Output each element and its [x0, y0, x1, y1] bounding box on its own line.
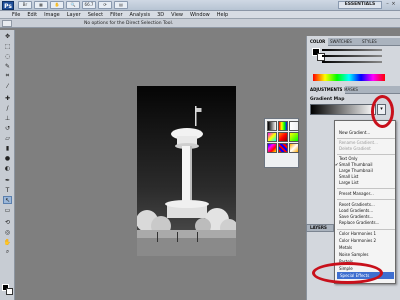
adjustments-panel-tabs: ADJUSTMENTS MASKS [307, 86, 400, 94]
gradient-options-menu: New Gradient... Rename Gradient... Delet… [334, 120, 396, 284]
marquee-tool-icon[interactable]: ⬚ [3, 42, 12, 50]
minimize-icon[interactable]: – [385, 1, 390, 7]
menu-new-gradient[interactable]: New Gradient... [339, 130, 370, 136]
workspace-switcher[interactable]: ESSENTIALS [338, 1, 382, 9]
blue-slider[interactable] [322, 61, 382, 63]
tab-masks[interactable]: MASKS [341, 86, 361, 94]
type-tool-icon[interactable]: T [3, 186, 12, 194]
zoom-tool-icon[interactable]: ⌕ [3, 248, 12, 256]
tab-styles[interactable]: STYLES [359, 38, 380, 46]
menu-delete-gradient: Delete Gradient [339, 146, 371, 151]
3d-rotate-tool-icon[interactable]: ⟲ [3, 218, 12, 226]
application-bar: Ps Br ▦ ✋ 🔍 66.7 ⟳ ▤ ESSENTIALS – × [0, 0, 400, 11]
menu-preset-manager[interactable]: Preset Manager... [339, 191, 374, 197]
background-color-swatch[interactable] [6, 288, 13, 295]
rotate-view-button[interactable]: ⟳ [98, 1, 112, 9]
red-slider[interactable] [322, 49, 382, 51]
hand-tool-button[interactable]: ✋ [50, 1, 64, 9]
close-icon[interactable]: × [391, 1, 396, 7]
tab-swatches[interactable]: SWATCHES [327, 38, 355, 46]
move-tool-icon[interactable]: ✥ [3, 32, 12, 40]
menu-separator [337, 229, 395, 230]
options-message: No options for the Direct Selection Tool… [84, 21, 174, 26]
gradient-swatch-violet-orange[interactable] [267, 132, 277, 142]
shape-tool-icon[interactable]: ▭ [3, 206, 12, 214]
gradient-preview[interactable] [310, 104, 376, 115]
menu-color-harmonies-2[interactable]: Color Harmonies 2 [339, 238, 376, 244]
brush-tool-icon[interactable]: / [3, 104, 12, 112]
blur-tool-icon[interactable]: ● [3, 154, 12, 162]
hand-tool-icon[interactable]: ✋ [3, 238, 12, 246]
gradient-swatch-black-white[interactable] [267, 121, 277, 131]
zoom-level[interactable]: 66.7 [82, 1, 96, 9]
checkmark-icon: ✔ [335, 162, 339, 167]
tab-color[interactable]: COLOR [307, 38, 329, 46]
arrange-documents-button[interactable]: ▤ [114, 1, 128, 9]
mini-bridge-button[interactable]: ▦ [34, 1, 48, 9]
bridge-button[interactable]: Br [18, 1, 32, 9]
crop-tool-icon[interactable]: ⌗ [3, 72, 12, 80]
gradient-tool-icon[interactable]: ▮ [3, 144, 12, 152]
menu-edit[interactable]: Edit [27, 11, 37, 19]
menu-analysis[interactable]: Analysis [130, 11, 151, 19]
tab-layers[interactable]: LAYERS [306, 224, 334, 232]
zoom-tool-button[interactable]: 🔍 [66, 1, 80, 9]
menu-separator [337, 188, 395, 189]
clone-stamp-tool-icon[interactable]: ⊥ [3, 114, 12, 122]
document-canvas[interactable] [137, 86, 236, 256]
menu-select[interactable]: Select [88, 11, 103, 19]
lasso-tool-icon[interactable]: ◌ [3, 52, 12, 60]
green-slider[interactable] [322, 55, 382, 57]
menu-color-harmonies-1[interactable]: Color Harmonies 1 [339, 231, 376, 237]
menu-large-list[interactable]: Large List [339, 180, 359, 186]
menu-image[interactable]: Image [44, 11, 60, 19]
adjustment-title: Gradient Map [310, 97, 345, 102]
menu-separator [337, 138, 395, 139]
gradient-swatch-gold[interactable] [289, 143, 299, 153]
menu-file[interactable]: File [12, 11, 20, 19]
annotation-circle [371, 95, 394, 128]
menu-help[interactable]: Help [217, 11, 228, 19]
pen-tool-icon[interactable]: ✒ [3, 176, 12, 184]
menu-view[interactable]: View [171, 11, 183, 19]
menu-filter[interactable]: Filter [110, 11, 122, 19]
menu-metals[interactable]: Metals [339, 245, 352, 251]
eyedropper-tool-icon[interactable]: ⁄ [3, 82, 12, 90]
history-brush-tool-icon[interactable]: ↺ [3, 124, 12, 132]
menu-separator [337, 199, 395, 200]
tools-panel: ✥ ⬚ ◌ ✎ ⌗ ⁄ ✚ / ⊥ ↺ ▱ ▮ ● ◐ ✒ T ↖ ▭ ⟲ ◎ … [0, 30, 15, 300]
menu-3d[interactable]: 3D [157, 11, 164, 19]
gradient-swatch-spectrum[interactable] [278, 121, 288, 131]
gradient-swatch-multicolor[interactable] [267, 143, 277, 153]
gradient-swatch-yellow-green[interactable] [289, 132, 299, 142]
annotation-circle [312, 262, 383, 284]
options-bar: No options for the Direct Selection Tool… [0, 19, 400, 28]
inverted-tower-photo [137, 86, 236, 256]
gradient-swatch-transparent[interactable] [289, 121, 299, 131]
quick-selection-tool-icon[interactable]: ✎ [3, 62, 12, 70]
gradient-swatch-stripes[interactable] [278, 143, 288, 153]
tool-preset-picker[interactable] [2, 20, 12, 27]
photoshop-logo: Ps [2, 1, 14, 10]
gradient-picker [264, 118, 299, 168]
menu-noise-samples[interactable]: Noise Samples [339, 252, 368, 258]
3d-orbit-tool-icon[interactable]: ◎ [3, 228, 12, 236]
healing-brush-tool-icon[interactable]: ✚ [3, 94, 12, 102]
tab-adjustments[interactable]: ADJUSTMENTS [307, 86, 346, 94]
menu-layer[interactable]: Layer [67, 11, 81, 19]
menu-window[interactable]: Window [190, 11, 210, 19]
color-spectrum-bar[interactable] [313, 74, 385, 81]
gradient-swatch-orange-red[interactable] [278, 132, 288, 142]
menu-separator [337, 154, 395, 155]
eraser-tool-icon[interactable]: ▱ [3, 134, 12, 142]
color-panel-tabs: COLOR SWATCHES STYLES [307, 38, 400, 46]
menu-bar: File Edit Image Layer Select Filter Anal… [0, 11, 400, 19]
menu-replace-gradients[interactable]: Replace Gradients... [339, 220, 379, 226]
dodge-tool-icon[interactable]: ◐ [3, 164, 12, 172]
direct-selection-tool-icon[interactable]: ↖ [3, 196, 12, 204]
